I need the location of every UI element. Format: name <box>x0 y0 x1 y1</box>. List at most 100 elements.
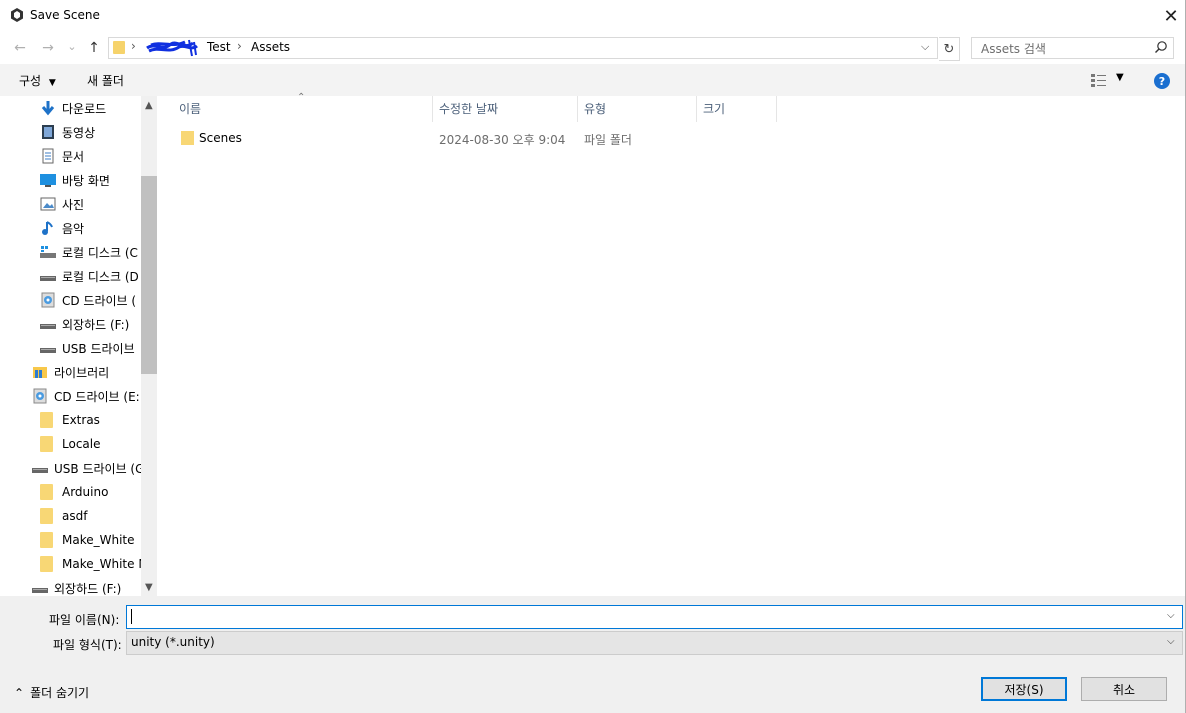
save-button[interactable]: 저장(S) <box>981 677 1067 701</box>
recent-locations-button[interactable]: ⌄ <box>62 36 82 56</box>
search-icon[interactable] <box>1154 40 1168 54</box>
sidebar-item-label: 외장하드 (F:) <box>54 581 122 596</box>
filetype-select[interactable]: unity (*.unity) ⌵ <box>126 631 1183 655</box>
sidebar-item-label: 외장하드 (F:) <box>62 317 130 332</box>
sidebar-item[interactable]: 로컬 디스크 (D <box>40 264 139 288</box>
breadcrumb-assets[interactable]: Assets <box>251 40 290 54</box>
sidebar-item[interactable]: 로컬 디스크 (C <box>40 240 138 264</box>
sidebar-item[interactable]: 음악 <box>40 216 84 240</box>
sidebar-item[interactable]: Arduino <box>40 480 108 504</box>
desktop-icon <box>40 172 56 188</box>
folder-icon <box>181 131 194 145</box>
search-placeholder: Assets 검색 <box>981 42 1046 56</box>
chevron-right-icon[interactable]: › <box>237 39 242 53</box>
chevron-down-icon[interactable]: ⌵ <box>1167 636 1175 647</box>
new-folder-button[interactable]: 새 폴더 <box>87 72 124 89</box>
file-list: ⌃ 이름 수정한 날짜 유형 크기 Scenes 2024-08-30 오후 9… <box>157 92 1186 596</box>
sidebar-item-label: Locale <box>62 437 101 451</box>
sidebar-item[interactable]: Locale <box>40 432 100 456</box>
window-title: Save Scene <box>30 8 100 22</box>
hide-folders-button[interactable]: ⌃ 폴더 숨기기 <box>14 684 89 701</box>
up-button[interactable]: ↑ <box>84 38 104 58</box>
sidebar-item[interactable]: Make_White N <box>40 552 147 576</box>
sidebar-item-label: 문서 <box>62 149 85 164</box>
scroll-down-icon[interactable]: ▼ <box>145 582 153 593</box>
search-input[interactable]: Assets 검색 <box>971 37 1174 59</box>
column-header-name[interactable]: 이름 <box>179 100 201 117</box>
sidebar-item[interactable]: 외장하드 (F:) <box>32 576 121 596</box>
column-divider[interactable] <box>577 96 578 122</box>
sidebar-item[interactable]: 바탕 화면 <box>40 168 110 192</box>
view-dropdown-arrow-icon[interactable]: ▼ <box>1116 72 1124 83</box>
navigation-pane: 다운로드동영상문서바탕 화면사진음악로컬 디스크 (C 로컬 디스크 (D CD 드… <box>0 96 157 596</box>
cd-drive-icon <box>32 388 48 404</box>
folder-icon <box>40 532 56 548</box>
scroll-up-icon[interactable]: ▲ <box>145 100 153 111</box>
sidebar-item[interactable]: CD 드라이브 ( <box>40 288 136 312</box>
sidebar-item[interactable]: Extras <box>40 408 100 432</box>
drive-icon <box>40 316 56 332</box>
drive-icon <box>32 460 48 476</box>
save-form: 파일 이름(N): ⌵ 파일 형식(T): unity (*.unity) ⌵ … <box>0 596 1186 713</box>
sidebar-item-label: Make_White <box>62 533 135 547</box>
chevron-down-icon[interactable]: ⌵ <box>921 40 929 54</box>
cancel-button[interactable]: 취소 <box>1081 677 1167 701</box>
sidebar-item-label: 다운로드 <box>62 101 107 116</box>
redaction-scribble <box>146 39 198 57</box>
filetype-value: unity (*.unity) <box>131 635 215 649</box>
column-header-date[interactable]: 수정한 날짜 <box>439 100 498 117</box>
sidebar-item[interactable]: asdf <box>40 504 87 528</box>
close-button[interactable]: ✕ <box>1156 0 1186 32</box>
music-icon <box>40 220 56 236</box>
forward-button[interactable]: → <box>38 38 58 58</box>
drive-icon <box>40 268 56 284</box>
organize-label: 구성 <box>19 74 42 88</box>
column-divider[interactable] <box>776 96 777 122</box>
refresh-button[interactable]: ↻ <box>939 37 960 61</box>
view-options-icon[interactable] <box>1090 73 1108 87</box>
sidebar-item-label: 사진 <box>62 197 85 212</box>
file-name[interactable]: Scenes <box>199 131 242 145</box>
unity-app-icon <box>11 8 23 22</box>
chevron-down-icon[interactable]: ⌵ <box>1167 610 1175 621</box>
chevron-right-icon[interactable]: › <box>131 39 136 53</box>
folder-icon <box>40 412 56 428</box>
sidebar-item[interactable]: USB 드라이브 (G <box>32 456 144 480</box>
sidebar-item-label: USB 드라이브 (G <box>54 461 145 476</box>
column-divider[interactable] <box>696 96 697 122</box>
sidebar-item[interactable]: 사진 <box>40 192 84 216</box>
navigation-scrollbar-thumb[interactable] <box>141 176 157 374</box>
column-header-type[interactable]: 유형 <box>584 100 606 117</box>
dropdown-arrow-icon: ▼ <box>48 78 56 88</box>
sidebar-item[interactable]: USB 드라이브 <box>40 336 135 360</box>
address-bar[interactable]: › Test › Assets ⌵ <box>108 37 938 59</box>
help-icon[interactable]: ? <box>1154 73 1170 89</box>
sidebar-item[interactable]: 다운로드 <box>40 96 106 120</box>
sidebar-item[interactable]: Make_White <box>40 528 135 552</box>
sidebar-item-label: 로컬 디스크 (C <box>62 245 138 260</box>
back-button[interactable]: ← <box>10 38 30 58</box>
picture-icon <box>40 196 56 212</box>
sidebar-item-label: 라이브러리 <box>54 365 110 380</box>
sidebar-item[interactable]: 라이브러리 <box>32 360 109 384</box>
folder-icon <box>40 484 56 500</box>
breadcrumb-test[interactable]: Test <box>207 40 231 54</box>
sidebar-item-label: 바탕 화면 <box>62 173 110 188</box>
sidebar-item[interactable]: 문서 <box>40 144 84 168</box>
filename-input[interactable]: ⌵ <box>126 605 1183 629</box>
drive-icon <box>32 580 48 596</box>
local-disk-icon <box>40 244 56 260</box>
sidebar-item-label: asdf <box>62 509 88 523</box>
column-divider[interactable] <box>432 96 433 122</box>
sidebar-item-label: 음악 <box>62 221 85 236</box>
library-icon <box>32 364 48 380</box>
sidebar-item[interactable]: 외장하드 (F:) <box>40 312 129 336</box>
organize-button[interactable]: 구성 ▼ <box>19 72 56 89</box>
sidebar-item-label: Make_White N <box>62 557 148 571</box>
video-icon <box>40 124 56 140</box>
folder-icon <box>113 41 125 54</box>
column-header-size[interactable]: 크기 <box>703 100 725 117</box>
sidebar-item-label: CD 드라이브 ( <box>62 293 137 308</box>
sidebar-item[interactable]: 동영상 <box>40 120 95 144</box>
sidebar-item[interactable]: CD 드라이브 (E: <box>32 384 140 408</box>
